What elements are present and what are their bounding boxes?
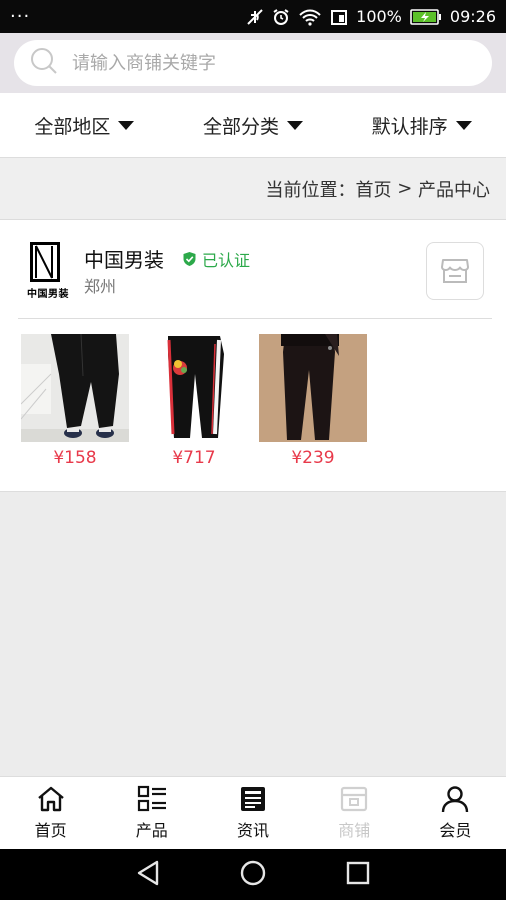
filter-region-label: 全部地区 [34,115,111,138]
tab-home-label: 首页 [34,821,67,840]
tab-products-label: 产品 [135,821,168,840]
tab-member[interactable]: 会员 [405,777,506,849]
breadcrumb-current: 产品中心 [418,179,490,201]
filter-category[interactable]: 全部分类 [169,93,338,157]
signal-icon [330,8,348,26]
wifi-icon [298,8,322,26]
filter-region[interactable]: 全部地区 [0,93,169,157]
search-icon [30,47,58,79]
shop-name: 中国男装 [84,248,164,272]
filter-sort-label: 默认排序 [371,115,448,138]
product-price: ¥717 [172,448,216,468]
search-bar [0,33,506,93]
breadcrumb-home-link[interactable]: 首页 [355,176,391,202]
product-item[interactable]: ¥239 [259,334,367,468]
grid-list-icon [137,785,166,812]
news-icon [241,787,265,811]
store-icon [441,259,469,283]
caret-down-icon [287,120,304,130]
tab-member-label: 会员 [439,821,472,840]
verified-label: 已认证 [202,251,251,270]
filter-sort[interactable]: 默认排序 [337,93,506,157]
mute-icon [246,8,264,26]
search-box[interactable] [14,40,492,86]
product-item[interactable]: ¥158 [21,334,129,468]
shop-header[interactable]: 中国男装 中国男装 已认证 郑州 [0,220,506,318]
filter-bar: 全部地区 全部分类 默认排序 [0,93,506,158]
tab-home[interactable]: 首页 [0,777,101,849]
verified-badge: 已认证 [182,247,250,271]
bottom-tab-bar: 首页 产品 资讯 商铺 会员 [0,776,506,849]
home-icon [37,786,64,812]
clock-time: 09:26 [449,7,496,26]
tab-news-label: 资讯 [237,821,270,840]
alarm-icon [272,8,290,26]
logo-text: 中国男装 [27,289,69,300]
product-image [259,334,367,442]
system-nav-bar [0,849,506,900]
breadcrumb: 当前位置： 首页 > 产品中心 [0,158,506,220]
product-image [21,334,129,442]
shield-check-icon [183,252,196,266]
tab-stores-label: 商铺 [338,821,371,840]
home-circle-icon[interactable] [239,859,267,891]
back-icon[interactable] [135,859,161,891]
tab-news[interactable]: 资讯 [202,777,303,849]
status-bar: ··· 100% 09:26 [0,0,506,33]
shop-city: 郑州 [84,277,117,296]
battery-percent: 100% [356,7,402,26]
caret-down-icon [455,120,472,130]
filter-category-label: 全部分类 [203,115,280,138]
caret-down-icon [118,120,135,130]
breadcrumb-prefix: 当前位置： [265,179,356,201]
shop-card: 中国男装 中国男装 已认证 郑州 ¥158 ¥717 ¥239 [0,220,506,492]
breadcrumb-separator: > [391,178,418,199]
product-image [140,334,248,442]
enter-store-button[interactable] [426,242,484,300]
product-item[interactable]: ¥717 [140,334,248,468]
product-price: ¥158 [53,448,97,468]
logo-n-mark [35,245,53,279]
person-icon [442,786,469,813]
tab-stores[interactable]: 商铺 [304,777,405,849]
shop-logo: 中国男装 [20,242,76,300]
tab-products[interactable]: 产品 [101,777,202,849]
recents-icon[interactable] [345,860,371,890]
status-icons: 100% 09:26 [246,7,496,26]
product-price: ¥239 [291,448,335,468]
divider [18,318,492,319]
search-input[interactable] [72,52,432,74]
battery-charging-icon [410,8,442,26]
menu-dots[interactable]: ··· [10,6,30,27]
store-icon [341,786,368,812]
